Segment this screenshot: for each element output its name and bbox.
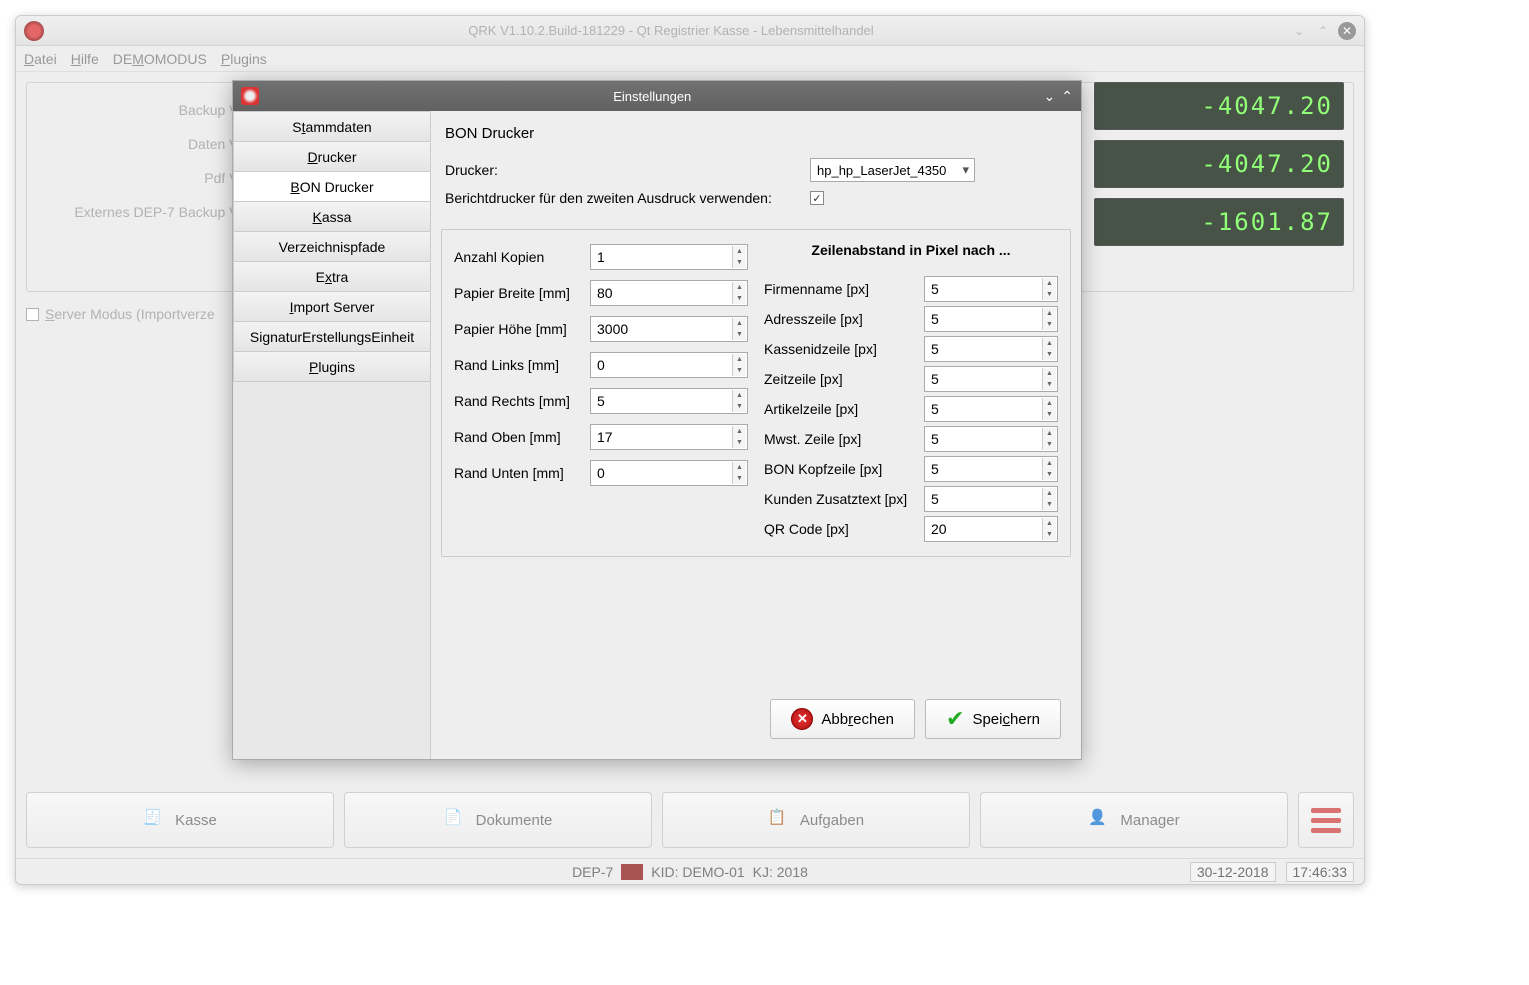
spin-up-icon[interactable]: ▲ xyxy=(1043,518,1056,529)
printer-label: Drucker: xyxy=(445,162,800,178)
settings-dialog: Einstellungen ⌄ ⌃ Stammdaten Drucker BON… xyxy=(232,80,1082,760)
tab-plugins[interactable]: Plugins xyxy=(233,351,430,382)
spin-up-icon[interactable]: ▲ xyxy=(1043,278,1056,289)
tab-stammdaten[interactable]: Stammdaten xyxy=(233,111,430,142)
input-left-1[interactable]: 80 ▲▼ xyxy=(590,280,748,306)
dialog-icon xyxy=(241,87,259,105)
label-left-5: Rand Oben [mm] xyxy=(454,429,582,445)
spin-up-icon[interactable]: ▲ xyxy=(733,390,746,401)
input-right-8[interactable]: 20 ▲▼ xyxy=(924,516,1058,542)
spin-down-icon[interactable]: ▼ xyxy=(1043,439,1056,450)
tab-drucker[interactable]: Drucker xyxy=(233,141,430,172)
cancel-button[interactable]: ✕ Abbrechen xyxy=(770,699,915,739)
input-right-2[interactable]: 5 ▲▼ xyxy=(924,336,1058,362)
spin-up-icon[interactable]: ▲ xyxy=(733,354,746,365)
spin-down-icon[interactable]: ▼ xyxy=(733,401,746,412)
dialog-title: Einstellungen xyxy=(267,89,1038,104)
section-title: BON Drucker xyxy=(445,125,1071,142)
input-right-0[interactable]: 5 ▲▼ xyxy=(924,276,1058,302)
spin-up-icon[interactable]: ▲ xyxy=(733,318,746,329)
spin-up-icon[interactable]: ▲ xyxy=(1043,488,1056,499)
printer-combo[interactable]: hp_hp_LaserJet_4350 xyxy=(810,158,975,182)
spin-up-icon[interactable]: ▲ xyxy=(733,282,746,293)
label-left-4: Rand Rechts [mm] xyxy=(454,393,582,409)
input-left-2[interactable]: 3000 ▲▼ xyxy=(590,316,748,342)
spin-up-icon[interactable]: ▲ xyxy=(1043,398,1056,409)
spin-down-icon[interactable]: ▼ xyxy=(1043,529,1056,540)
spin-down-icon[interactable]: ▼ xyxy=(733,293,746,304)
spin-up-icon[interactable]: ▲ xyxy=(733,246,746,257)
spin-down-icon[interactable]: ▼ xyxy=(1043,409,1056,420)
tab-signatur[interactable]: SignaturErstellungsEinheit xyxy=(233,321,430,352)
expand-icon[interactable]: ⌃ xyxy=(1061,88,1073,105)
spin-up-icon[interactable]: ▲ xyxy=(733,426,746,437)
collapse-icon[interactable]: ⌄ xyxy=(1044,88,1056,105)
spin-down-icon[interactable]: ▼ xyxy=(1043,379,1056,390)
label-right-8: QR Code [px] xyxy=(764,521,916,537)
input-right-7[interactable]: 5 ▲▼ xyxy=(924,486,1058,512)
tab-import-server[interactable]: Import Server xyxy=(233,291,430,322)
spin-down-icon[interactable]: ▼ xyxy=(733,257,746,268)
input-right-6[interactable]: 5 ▲▼ xyxy=(924,456,1058,482)
spin-up-icon[interactable]: ▲ xyxy=(1043,458,1056,469)
label-left-6: Rand Unten [mm] xyxy=(454,465,582,481)
tab-kassa[interactable]: Kassa xyxy=(233,201,430,232)
tab-extra[interactable]: Extra xyxy=(233,261,430,292)
spin-down-icon[interactable]: ▼ xyxy=(733,437,746,448)
input-left-6[interactable]: 0 ▲▼ xyxy=(590,460,748,486)
spin-up-icon[interactable]: ▲ xyxy=(1043,308,1056,319)
save-button[interactable]: ✔ Speichern xyxy=(925,699,1061,739)
tab-verzeichnispfade[interactable]: Verzeichnispfade xyxy=(233,231,430,262)
cancel-icon: ✕ xyxy=(791,708,813,730)
tab-content: BON Drucker Drucker: hp_hp_LaserJet_4350… xyxy=(431,111,1081,759)
spin-down-icon[interactable]: ▼ xyxy=(733,329,746,340)
spin-down-icon[interactable]: ▼ xyxy=(733,473,746,484)
input-right-5[interactable]: 5 ▲▼ xyxy=(924,426,1058,452)
label-right-7: Kunden Zusatztext [px] xyxy=(764,491,916,507)
spin-up-icon[interactable]: ▲ xyxy=(733,462,746,473)
label-right-4: Artikelzeile [px] xyxy=(764,401,916,417)
label-right-0: Firmenname [px] xyxy=(764,281,916,297)
label-left-0: Anzahl Kopien xyxy=(454,249,582,265)
label-left-1: Papier Breite [mm] xyxy=(454,285,582,301)
label-right-5: Mwst. Zeile [px] xyxy=(764,431,916,447)
settings-tablist: Stammdaten Drucker BON Drucker Kassa Ver… xyxy=(233,111,431,759)
input-left-5[interactable]: 17 ▲▼ xyxy=(590,424,748,450)
input-left-4[interactable]: 5 ▲▼ xyxy=(590,388,748,414)
report-printer-checkbox[interactable]: ✓ xyxy=(810,191,824,205)
label-left-2: Papier Höhe [mm] xyxy=(454,321,582,337)
input-right-3[interactable]: 5 ▲▼ xyxy=(924,366,1058,392)
input-left-0[interactable]: 1 ▲▼ xyxy=(590,244,748,270)
input-right-1[interactable]: 5 ▲▼ xyxy=(924,306,1058,332)
spin-down-icon[interactable]: ▼ xyxy=(1043,499,1056,510)
spin-down-icon[interactable]: ▼ xyxy=(1043,469,1056,480)
spin-down-icon[interactable]: ▼ xyxy=(1043,289,1056,300)
label-right-2: Kassenidzeile [px] xyxy=(764,341,916,357)
spin-up-icon[interactable]: ▲ xyxy=(1043,368,1056,379)
spin-down-icon[interactable]: ▼ xyxy=(733,365,746,376)
input-left-3[interactable]: 0 ▲▼ xyxy=(590,352,748,378)
label-left-3: Rand Links [mm] xyxy=(454,357,582,373)
input-right-4[interactable]: 5 ▲▼ xyxy=(924,396,1058,422)
tab-bon-drucker[interactable]: BON Drucker xyxy=(233,171,430,202)
label-right-6: BON Kopfzeile [px] xyxy=(764,461,916,477)
label-right-1: Adresszeile [px] xyxy=(764,311,916,327)
dialog-titlebar: Einstellungen ⌄ ⌃ xyxy=(233,81,1081,111)
spin-down-icon[interactable]: ▼ xyxy=(1043,349,1056,360)
spin-down-icon[interactable]: ▼ xyxy=(1043,319,1056,330)
label-right-3: Zeitzeile [px] xyxy=(764,371,916,387)
spin-up-icon[interactable]: ▲ xyxy=(1043,428,1056,439)
right-column-header: Zeilenabstand in Pixel nach ... xyxy=(764,242,1058,258)
checkmark-icon: ✔ xyxy=(946,706,964,732)
spin-up-icon[interactable]: ▲ xyxy=(1043,338,1056,349)
report-printer-label: Berichtdrucker für den zweiten Ausdruck … xyxy=(445,190,800,206)
